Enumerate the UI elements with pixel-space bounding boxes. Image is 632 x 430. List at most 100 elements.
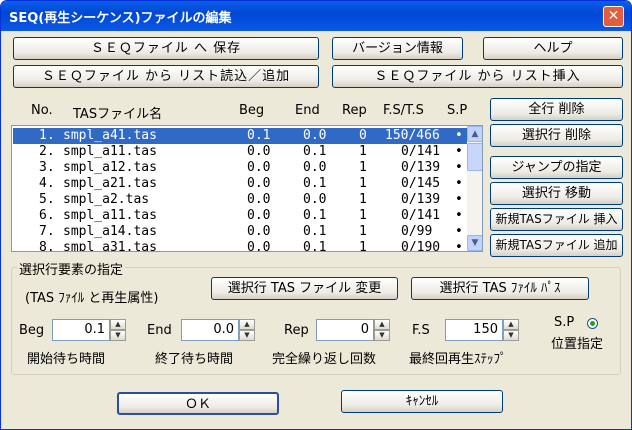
end-input[interactable]: 0.0 xyxy=(181,319,239,341)
beg-description: 開始待ち時間 xyxy=(27,352,106,367)
fs-spinner[interactable]: 150 ▲ ▼ xyxy=(445,319,519,341)
row-rep: 1 xyxy=(359,176,367,191)
read-add-list-button[interactable]: ＳＥＱファイル から リスト読込／追加 xyxy=(13,65,319,88)
col-rep: Rep xyxy=(342,103,367,118)
new-tas-insert-button[interactable]: 新規TASファイル 挿入 xyxy=(490,208,623,231)
row-file: smpl_a41.tas xyxy=(63,128,157,143)
list-row[interactable]: 7. smpl_a14.tas 0.0 0.1 1 0/99 • xyxy=(13,224,467,240)
change-tas-file-button[interactable]: 選択行 TAS ファイル 変更 xyxy=(211,277,398,300)
fs-description: 最終回再生ｽﾃｯﾌﾟ xyxy=(409,352,507,367)
row-rep: 0 xyxy=(359,128,367,143)
spin-down-icon[interactable]: ▼ xyxy=(110,330,126,341)
row-fsts: 0/145 xyxy=(401,176,441,191)
scroll-up-icon[interactable]: ▲ xyxy=(467,126,482,142)
end-spinner[interactable]: 0.0 ▲ ▼ xyxy=(181,319,255,341)
row-end: 0.1 xyxy=(303,208,327,223)
end-description: 終了待ち時間 xyxy=(155,352,234,367)
spin-down-icon[interactable]: ▼ xyxy=(374,330,390,341)
rep-spinner[interactable]: 0 ▲ ▼ xyxy=(316,319,390,341)
row-fsts: 0/190 xyxy=(401,240,441,252)
row-file: smpl_a12.tas xyxy=(63,160,157,175)
move-selected-button[interactable]: 選択行 移動 xyxy=(490,182,623,205)
row-end: 0.1 xyxy=(303,176,327,191)
scroll-thumb[interactable] xyxy=(467,143,482,171)
version-info-button[interactable]: バージョン情報 xyxy=(332,37,463,60)
tas-file-list[interactable]: 1. smpl_a41.tas 0.1 0.0 0 150/466 • 2. s… xyxy=(11,125,483,252)
list-row[interactable]: 5. smpl_a2.tas 0.0 0.0 1 0/139 • xyxy=(13,192,467,208)
scroll-down-icon[interactable]: ▼ xyxy=(467,235,482,251)
row-rep: 1 xyxy=(359,208,367,223)
row-end: 0.0 xyxy=(303,192,327,207)
ok-button[interactable]: ＯＫ xyxy=(117,392,279,415)
row-fsts: 0/139 xyxy=(401,192,441,207)
row-no: 5. xyxy=(39,192,55,207)
list-row[interactable]: 2. smpl_a11.tas 0.0 0.1 1 0/141 • xyxy=(13,144,467,160)
row-fsts: 0/99 xyxy=(401,224,433,239)
tas-file-path-button[interactable]: 選択行 TAS ﾌｧｲﾙ ﾊﾟｽ xyxy=(411,277,589,300)
delete-all-button[interactable]: 全行 削除 xyxy=(490,98,623,121)
col-sp: S.P xyxy=(447,103,468,118)
beg-spinner[interactable]: 0.1 ▲ ▼ xyxy=(52,319,126,341)
row-beg: 0.0 xyxy=(247,208,271,223)
help-button[interactable]: ヘルプ xyxy=(483,37,623,60)
row-sp: • xyxy=(455,176,463,191)
save-seq-button[interactable]: ＳＥＱファイル へ 保存 xyxy=(13,37,319,60)
insert-list-button[interactable]: ＳＥＱファイル から リスト挿入 xyxy=(332,65,623,88)
row-rep: 1 xyxy=(359,224,367,239)
row-no: 6. xyxy=(39,208,55,223)
list-scrollbar[interactable]: ▲ ▼ xyxy=(467,126,482,251)
row-beg: 0.0 xyxy=(247,176,271,191)
row-sp: • xyxy=(455,208,463,223)
rep-label: Rep xyxy=(284,323,309,338)
list-row[interactable]: 8. smpl_a31.tas 0.0 0.1 1 0/190 • xyxy=(13,240,467,252)
new-tas-add-button[interactable]: 新規TASファイル 追加 xyxy=(490,234,623,257)
fs-input[interactable]: 150 xyxy=(445,319,503,341)
rep-description: 完全繰り返し回数 xyxy=(272,352,377,367)
beg-input[interactable]: 0.1 xyxy=(52,319,110,341)
row-sp: • xyxy=(455,144,463,159)
beg-label: Beg xyxy=(19,323,45,338)
spin-up-icon[interactable]: ▲ xyxy=(503,319,519,330)
close-button[interactable]: ✕ xyxy=(603,6,624,27)
row-beg: 0.0 xyxy=(247,240,271,252)
spin-up-icon[interactable]: ▲ xyxy=(239,319,255,330)
col-no: No. xyxy=(31,103,53,118)
sp-radio[interactable] xyxy=(587,318,598,329)
row-end: 0.0 xyxy=(303,128,327,143)
row-no: 2. xyxy=(39,144,55,159)
delete-selected-button[interactable]: 選択行 削除 xyxy=(490,124,623,147)
sp-description: 位置指定 xyxy=(551,337,604,352)
row-file: smpl_a2.tas xyxy=(63,192,150,207)
list-row[interactable]: 3. smpl_a12.tas 0.0 0.0 1 0/139 • xyxy=(13,160,467,176)
row-fsts: 0/139 xyxy=(401,160,441,175)
title-bar: SEQ(再生シーケンス)ファイルの編集 ✕ xyxy=(1,1,631,31)
spin-down-icon[interactable]: ▼ xyxy=(239,330,255,341)
jump-setting-button[interactable]: ジャンプの指定 xyxy=(490,156,623,179)
group-title: 選択行要素の指定 xyxy=(17,259,126,278)
rep-input[interactable]: 0 xyxy=(316,319,374,341)
row-beg: 0.1 xyxy=(247,128,271,143)
sp-label: S.P xyxy=(554,315,575,330)
spin-up-icon[interactable]: ▲ xyxy=(374,319,390,330)
row-beg: 0.0 xyxy=(247,192,271,207)
row-rep: 1 xyxy=(359,160,367,175)
list-row[interactable]: 4. smpl_a21.tas 0.0 0.1 1 0/145 • xyxy=(13,176,467,192)
cancel-button[interactable]: ｷｬﾝｾﾙ xyxy=(341,390,503,413)
end-label: End xyxy=(147,323,172,338)
col-beg: Beg xyxy=(239,103,265,118)
list-row-selected[interactable]: 1. smpl_a41.tas 0.1 0.0 0 150/466 • xyxy=(13,128,467,144)
spin-down-icon[interactable]: ▼ xyxy=(503,330,519,341)
spin-up-icon[interactable]: ▲ xyxy=(110,319,126,330)
row-file: smpl_a14.tas xyxy=(63,224,157,239)
row-no: 7. xyxy=(39,224,55,239)
row-fsts: 0/141 xyxy=(401,144,441,159)
col-tas-file: TASファイル名 xyxy=(73,107,163,122)
row-sp: • xyxy=(455,160,463,175)
row-no: 3. xyxy=(39,160,55,175)
row-sp: • xyxy=(455,240,463,252)
list-row[interactable]: 6. smpl_a11.tas 0.0 0.1 1 0/141 • xyxy=(13,208,467,224)
row-file: smpl_a21.tas xyxy=(63,176,157,191)
row-beg: 0.0 xyxy=(247,224,271,239)
row-sp: • xyxy=(455,192,463,207)
seq-edit-dialog: SEQ(再生シーケンス)ファイルの編集 ✕ ＳＥＱファイル へ 保存 バージョン… xyxy=(0,0,632,430)
